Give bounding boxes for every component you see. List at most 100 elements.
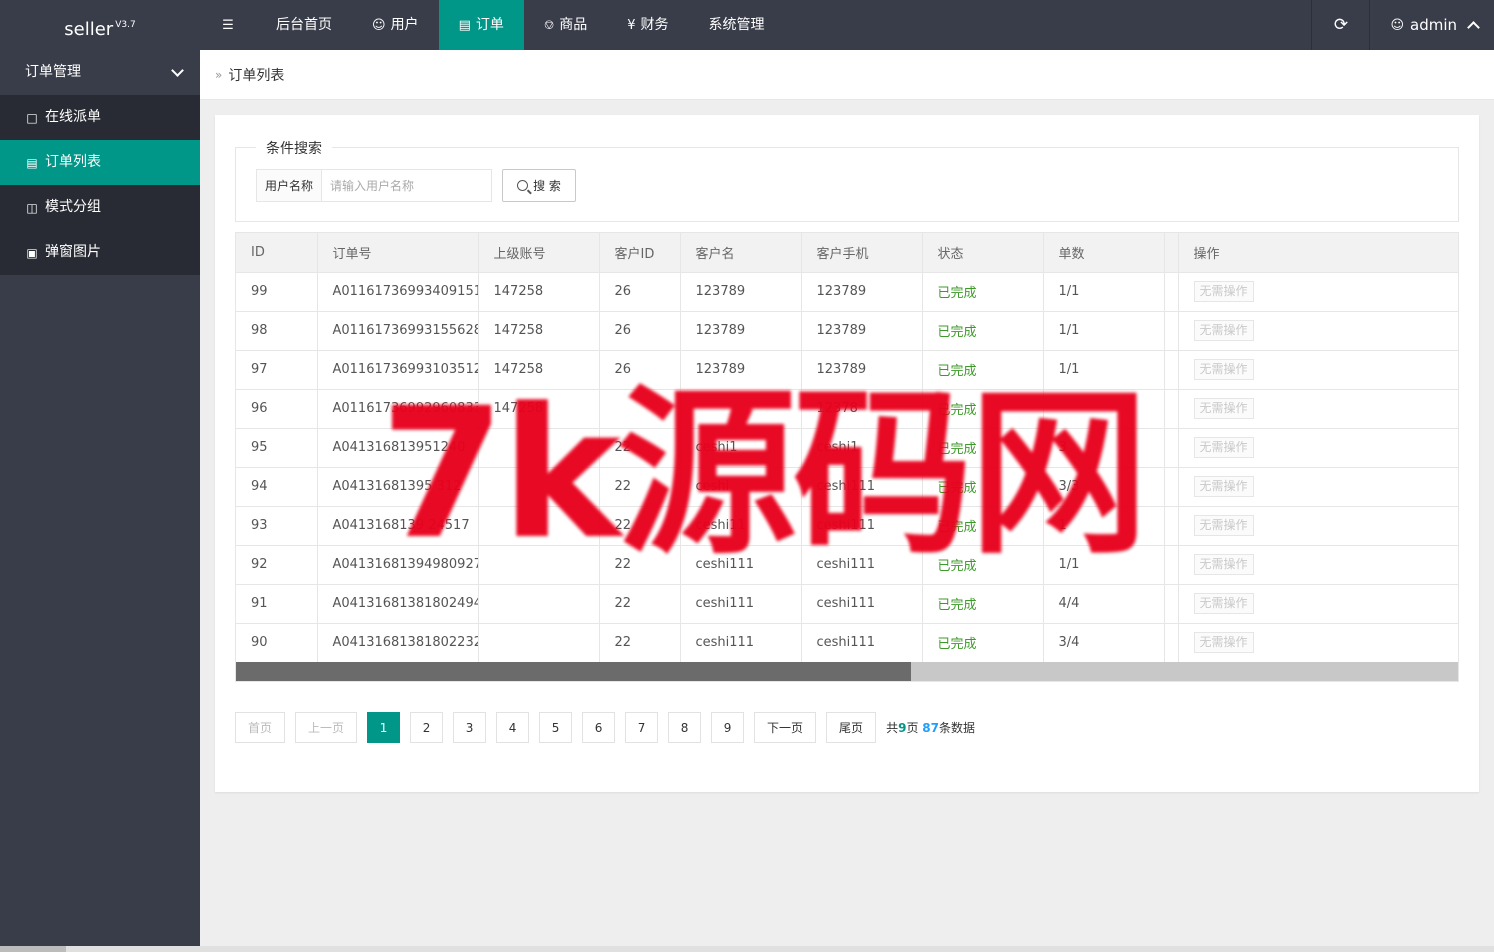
order-table: ID 订单号 上级账号 客户ID 客户名 客户手机 状态 单数 操作 99 A01… xyxy=(236,233,1458,663)
cell-spacer xyxy=(1164,350,1179,390)
table-row[interactable]: 97 A01161736993103512 147258 26 123789 123789… xyxy=(236,350,1458,390)
refresh-button[interactable]: ⟳ xyxy=(1311,0,1369,50)
scrollbar-thumb[interactable] xyxy=(236,662,911,681)
cell-order-no: A01161736993103512 xyxy=(317,350,479,390)
username-search-input[interactable] xyxy=(322,169,492,202)
search-button[interactable]: 搜 索 xyxy=(502,169,576,202)
no-action-button[interactable]: 无需操作 xyxy=(1193,359,1254,380)
page-5-button[interactable]: 5 xyxy=(539,712,573,743)
col-customer-id[interactable]: 客户ID xyxy=(599,233,681,273)
cell-order-no: A01161736992960833 xyxy=(317,389,479,429)
last-page-button[interactable]: 尾页 xyxy=(826,712,877,743)
cell-count xyxy=(1043,389,1165,429)
user-icon: ☺ xyxy=(1390,17,1404,33)
search-fieldset: 条件搜索 用户名称 搜 索 xyxy=(235,138,1459,222)
cell-customer-phone: ceshi1 xyxy=(801,428,923,468)
cell-order-no: A0413168139 24517 xyxy=(317,506,479,546)
col-id[interactable]: ID xyxy=(236,233,318,273)
cell-customer-phone: ceshi111 xyxy=(801,584,923,624)
no-action-button[interactable]: 无需操作 xyxy=(1193,554,1254,575)
next-page-button[interactable]: 下一页 xyxy=(754,712,817,743)
sidebar-item-dispatch[interactable]: □ 在线派单 xyxy=(0,95,200,140)
right-nav: ⟳ ☺ admin xyxy=(1311,0,1494,50)
nav-finance[interactable]: ¥ 财务 xyxy=(607,0,688,50)
nav-order[interactable]: ▤ 订单 xyxy=(438,0,524,50)
sidebar-item-order-list[interactable]: ▤ 订单列表 xyxy=(0,140,200,185)
sidebar-item-label: 在线派单 xyxy=(45,109,101,125)
cell-customer-name: ceshi111 xyxy=(680,545,802,585)
no-action-button[interactable]: 无需操作 xyxy=(1193,476,1254,497)
col-spacer xyxy=(1164,233,1179,273)
no-action-button[interactable]: 无需操作 xyxy=(1193,437,1254,458)
cell-parent-account xyxy=(478,467,600,507)
col-status[interactable]: 状态 xyxy=(922,233,1044,273)
nav-user[interactable]: ☺ 用户 xyxy=(352,0,439,50)
cell-status: 已完成 xyxy=(922,389,1044,429)
cell-id: 91 xyxy=(236,584,318,624)
nav-user-label: 用户 xyxy=(390,17,419,33)
cell-id: 95 xyxy=(236,428,318,468)
table-row[interactable]: 99 A01161736993409151 147258 26 123789 123789… xyxy=(236,272,1458,312)
cell-id: 98 xyxy=(236,311,318,351)
logo[interactable]: seller V3.7 xyxy=(0,0,200,50)
horizontal-scrollbar[interactable] xyxy=(236,662,1458,681)
table-row[interactable]: 98 A01161736993155628 147258 26 123789 123789… xyxy=(236,311,1458,351)
nav-finance-label: 财务 xyxy=(640,17,669,33)
col-order-no[interactable]: 订单号 xyxy=(317,233,479,273)
menu-toggle-button[interactable]: ☰ xyxy=(200,0,256,50)
table-row[interactable]: 90 A04131681381802232 22 ceshi111 ceshi111 已完… xyxy=(236,623,1458,663)
page-6-button[interactable]: 6 xyxy=(582,712,616,743)
cell-parent-account: 147258 xyxy=(478,389,600,429)
sidebar-item-label: 订单列表 xyxy=(45,154,101,170)
page-1-button[interactable]: 1 xyxy=(367,712,401,743)
prev-page-button[interactable]: 上一页 xyxy=(295,712,358,743)
table-row[interactable]: 95 A041316813951240 22 ceshi1 ceshi1 已完成 3 无需操作 xyxy=(236,428,1458,468)
cell-parent-account xyxy=(478,584,600,624)
cell-customer-id: 26 xyxy=(599,272,681,312)
cell-customer-name: ceshi xyxy=(680,467,802,507)
table-row[interactable]: 96 A01161736992960833 147258 12378 已完成 无需操作 xyxy=(236,389,1458,429)
no-action-button[interactable]: 无需操作 xyxy=(1193,593,1254,614)
nav-system[interactable]: 系统管理 xyxy=(689,0,785,50)
cell-spacer xyxy=(1164,506,1179,546)
search-label: 用户名称 xyxy=(256,169,322,202)
cell-customer-phone: ceshi111 xyxy=(801,623,923,663)
user-menu[interactable]: ☺ admin xyxy=(1369,0,1494,50)
table-row[interactable]: 92 A04131681394980927 22 ceshi111 ceshi111 已完… xyxy=(236,545,1458,585)
cell-customer-id: 22 xyxy=(599,506,681,546)
page-7-button[interactable]: 7 xyxy=(625,712,659,743)
page-4-button[interactable]: 4 xyxy=(496,712,530,743)
cell-customer-phone: 12378 xyxy=(801,389,923,429)
logo-version: V3.7 xyxy=(115,20,136,30)
table-row[interactable]: 91 A04131681381802494 22 ceshi111 ceshi111 已完… xyxy=(236,584,1458,624)
yen-icon: ¥ xyxy=(627,17,636,33)
page-8-button[interactable]: 8 xyxy=(668,712,702,743)
col-customer-name[interactable]: 客户名 xyxy=(680,233,802,273)
no-action-button[interactable]: 无需操作 xyxy=(1193,320,1254,341)
no-action-button[interactable]: 无需操作 xyxy=(1193,281,1254,302)
user-icon: ☺ xyxy=(372,17,386,33)
table-row[interactable]: 94 A04131681395 312 22 ceshi ceshi111 已完成 3/3 无… xyxy=(236,467,1458,507)
table-row[interactable]: 93 A0413168139 24517 22 ceshi11 ceshi111 已完成 1… xyxy=(236,506,1458,546)
no-action-button[interactable]: 无需操作 xyxy=(1193,632,1254,653)
first-page-button[interactable]: 首页 xyxy=(235,712,286,743)
col-customer-phone[interactable]: 客户手机 xyxy=(801,233,923,273)
page-3-button[interactable]: 3 xyxy=(453,712,487,743)
sidebar-item-mode-group[interactable]: ◫ 模式分组 xyxy=(0,185,200,230)
chevron-up-icon xyxy=(1467,21,1480,34)
sidebar-item-popup-image[interactable]: ▣ 弹窗图片 xyxy=(0,230,200,275)
nav-home[interactable]: 后台首页 xyxy=(256,0,352,50)
sidebar-group-order[interactable]: 订单管理 xyxy=(0,50,200,95)
no-action-button[interactable]: 无需操作 xyxy=(1193,515,1254,536)
sidebar-submenu: □ 在线派单 ▤ 订单列表 ◫ 模式分组 ▣ 弹窗图片 xyxy=(0,95,200,275)
menu-toggle-icon: ☰ xyxy=(222,17,234,33)
col-count[interactable]: 单数 xyxy=(1043,233,1165,273)
cell-status: 已完成 xyxy=(922,467,1044,507)
page-2-button[interactable]: 2 xyxy=(410,712,444,743)
col-parent-account[interactable]: 上级账号 xyxy=(478,233,600,273)
double-chevron-right-icon: » xyxy=(215,67,223,82)
cell-parent-account xyxy=(478,545,600,585)
page-9-button[interactable]: 9 xyxy=(711,712,745,743)
nav-goods[interactable]: ⎊ 商品 xyxy=(524,0,607,50)
no-action-button[interactable]: 无需操作 xyxy=(1193,398,1254,419)
